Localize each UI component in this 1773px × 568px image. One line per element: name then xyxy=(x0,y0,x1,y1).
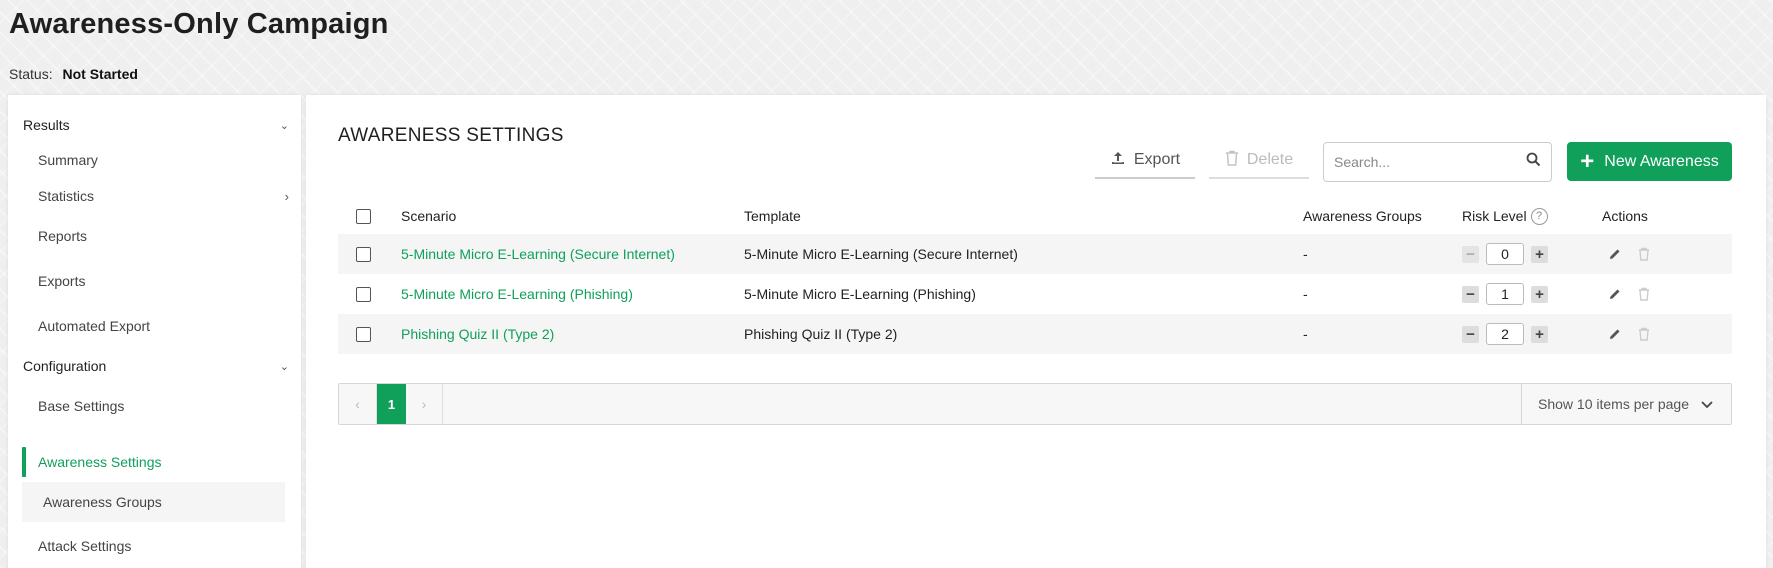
search-icon[interactable] xyxy=(1526,152,1541,172)
next-page-button[interactable]: › xyxy=(406,384,443,424)
edit-icon[interactable] xyxy=(1608,247,1622,261)
groups-cell: - xyxy=(1303,286,1308,302)
row-checkbox[interactable] xyxy=(356,326,371,342)
risk-level-label: Risk Level xyxy=(1462,208,1527,224)
upload-icon xyxy=(1110,150,1126,171)
table-header: Scenario Template Awareness Groups Risk … xyxy=(338,198,1732,234)
sidebar-item-exports[interactable]: Exports xyxy=(38,269,293,293)
decrement-button[interactable]: − xyxy=(1462,245,1479,263)
edit-icon[interactable] xyxy=(1608,287,1622,301)
scenario-link[interactable]: 5-Minute Micro E-Learning (Secure Intern… xyxy=(401,234,675,274)
risk-level-value[interactable]: 2 xyxy=(1486,323,1524,345)
edit-icon[interactable] xyxy=(1608,327,1622,341)
column-header-template[interactable]: Template xyxy=(744,198,801,234)
sidebar-section-label: Results xyxy=(23,117,70,133)
risk-level-value[interactable]: 1 xyxy=(1486,283,1524,305)
template-cell: Phishing Quiz II (Type 2) xyxy=(744,326,898,342)
sidebar: Results ⌄ Summary Statistics › Reports E… xyxy=(8,95,301,568)
sidebar-section-label: Configuration xyxy=(23,358,107,374)
trash-icon[interactable] xyxy=(1638,247,1650,261)
scenario-link[interactable]: 5-Minute Micro E-Learning (Phishing) xyxy=(401,274,633,314)
chevron-down-icon: ⌄ xyxy=(279,119,289,132)
row-checkbox[interactable] xyxy=(356,286,371,302)
sidebar-section-results[interactable]: Results ⌄ xyxy=(23,113,293,137)
risk-level-stepper: − 2 + xyxy=(1462,323,1548,345)
sidebar-item-awareness-settings[interactable]: Awareness Settings xyxy=(38,450,293,474)
items-per-page-label: Show 10 items per page xyxy=(1538,396,1689,412)
awareness-table: Scenario Template Awareness Groups Risk … xyxy=(338,198,1732,354)
sidebar-item-label: Reports xyxy=(38,228,88,244)
page-title: Awareness-Only Campaign xyxy=(9,8,389,40)
items-per-page-select[interactable]: Show 10 items per page xyxy=(1521,384,1731,424)
sidebar-item-automated-export[interactable]: Automated Export xyxy=(38,314,293,338)
main-panel: AWARENESS SETTINGS Export Delete + New A… xyxy=(306,95,1766,568)
increment-button[interactable]: + xyxy=(1531,285,1548,303)
export-button[interactable]: Export xyxy=(1095,143,1195,179)
active-indicator xyxy=(22,447,26,477)
groups-cell: - xyxy=(1303,326,1308,342)
scenario-link[interactable]: Phishing Quiz II (Type 2) xyxy=(401,314,554,354)
decrement-button[interactable]: − xyxy=(1462,285,1479,303)
risk-level-stepper: − 1 + xyxy=(1462,283,1548,305)
increment-button[interactable]: + xyxy=(1531,245,1548,263)
table-row: 5-Minute Micro E-Learning (Secure Intern… xyxy=(338,234,1732,274)
page-number-current[interactable]: 1 xyxy=(377,384,406,424)
sidebar-item-summary[interactable]: Summary xyxy=(38,148,293,172)
status-badge: Not Started xyxy=(62,66,138,82)
row-checkbox[interactable] xyxy=(356,246,371,262)
column-header-actions: Actions xyxy=(1602,208,1648,224)
chevron-right-icon: › xyxy=(284,188,289,204)
select-all-checkbox[interactable] xyxy=(356,208,371,224)
template-cell: 5-Minute Micro E-Learning (Secure Intern… xyxy=(744,246,1018,262)
trash-icon[interactable] xyxy=(1638,287,1650,301)
search-field[interactable] xyxy=(1323,142,1552,182)
sidebar-item-label: Base Settings xyxy=(38,398,125,414)
export-label: Export xyxy=(1133,151,1181,168)
sidebar-item-reports[interactable]: Reports xyxy=(38,224,293,248)
sidebar-item-base-settings[interactable]: Base Settings xyxy=(38,394,293,418)
column-header-risk-level: Risk Level ? xyxy=(1462,198,1548,234)
status-line: Status: Not Started xyxy=(9,66,138,82)
previous-page-button[interactable]: ‹ xyxy=(339,384,377,424)
pagination: ‹ 1 › Show 10 items per page xyxy=(338,383,1732,425)
risk-level-value[interactable]: 0 xyxy=(1486,243,1524,265)
new-awareness-label: New Awareness xyxy=(1604,152,1719,170)
delete-button[interactable]: Delete xyxy=(1209,143,1309,179)
help-icon[interactable]: ? xyxy=(1530,207,1548,225)
risk-level-stepper: − 0 + xyxy=(1462,243,1548,265)
status-label: Status: xyxy=(9,66,53,82)
sidebar-item-attack-settings[interactable]: Attack Settings xyxy=(38,534,293,558)
sidebar-item-label: Automated Export xyxy=(38,318,151,334)
sidebar-section-configuration[interactable]: Configuration ⌄ xyxy=(23,354,293,378)
column-header-scenario[interactable]: Scenario xyxy=(401,198,456,234)
plus-icon: + xyxy=(1580,147,1595,175)
sidebar-item-awareness-groups[interactable]: Awareness Groups xyxy=(22,482,285,522)
sidebar-item-label: Awareness Groups xyxy=(43,494,162,510)
decrement-button[interactable]: − xyxy=(1462,325,1479,343)
sidebar-item-statistics[interactable]: Statistics › xyxy=(38,184,293,208)
column-header-awareness-groups[interactable]: Awareness Groups xyxy=(1303,198,1422,234)
trash-icon[interactable] xyxy=(1638,327,1650,341)
chevron-down-icon xyxy=(1701,396,1713,412)
delete-label: Delete xyxy=(1246,151,1294,168)
search-input[interactable] xyxy=(1334,154,1514,170)
table-row: 5-Minute Micro E-Learning (Phishing) 5-M… xyxy=(338,274,1732,314)
sidebar-item-label: Summary xyxy=(38,152,98,168)
section-title: AWARENESS SETTINGS xyxy=(338,125,564,146)
table-row: Phishing Quiz II (Type 2) Phishing Quiz … xyxy=(338,314,1732,354)
template-cell: 5-Minute Micro E-Learning (Phishing) xyxy=(744,286,976,302)
new-awareness-button[interactable]: + New Awareness xyxy=(1567,142,1732,181)
chevron-down-icon: ⌄ xyxy=(279,360,289,373)
trash-icon xyxy=(1225,150,1239,171)
sidebar-item-label: Awareness Settings xyxy=(38,454,162,470)
sidebar-item-label: Exports xyxy=(38,273,86,289)
groups-cell: - xyxy=(1303,246,1308,262)
increment-button[interactable]: + xyxy=(1531,325,1548,343)
sidebar-item-label: Attack Settings xyxy=(38,538,132,554)
sidebar-item-label: Statistics xyxy=(38,188,95,204)
